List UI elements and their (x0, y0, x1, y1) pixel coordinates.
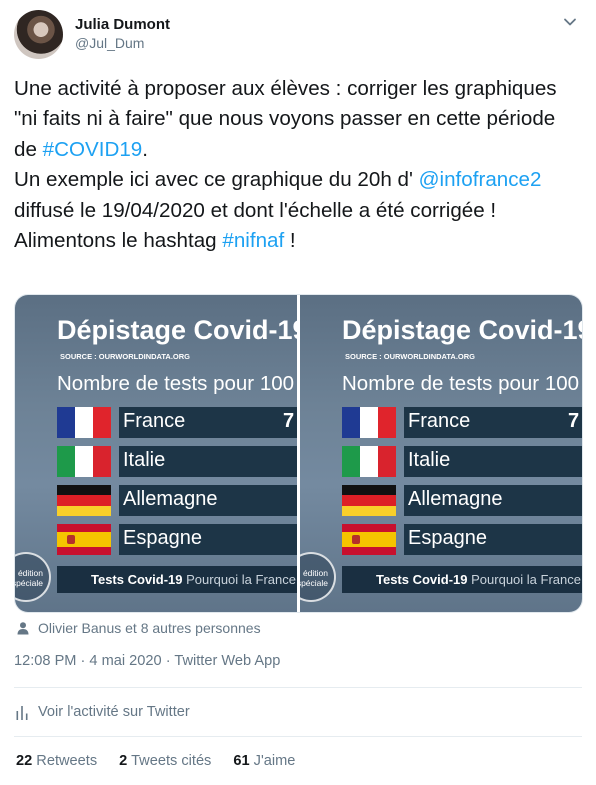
country-label: France (408, 410, 471, 432)
ticker-text: Tests Covid-19 Pourquoi la France a cho (91, 572, 297, 587)
hashtag-covid19-link[interactable]: #COVID19 (43, 138, 143, 161)
author-handle[interactable]: @Jul_Dum (75, 35, 144, 51)
likes-count: 61 (233, 753, 250, 769)
media-subtitle: Nombre de tests pour 100 (57, 372, 295, 395)
mention-infofrance2-link[interactable]: @infofrance2 (419, 168, 542, 191)
spain-flag (342, 524, 396, 555)
hashtag-nifnaf-link[interactable]: #nifnaf (222, 229, 284, 252)
quotes-label: Tweets cités (131, 753, 212, 769)
edition-speciale-badge: édition spéciale (15, 552, 51, 602)
media-ticker: Tests Covid-19 Pourquoi la France a cho (57, 566, 297, 593)
media-bar: France 7 (119, 407, 297, 438)
ticker-text: Tests Covid-19 Pourquoi la France a cho (376, 572, 582, 587)
media-subtitle: Nombre de tests pour 100 (342, 372, 580, 395)
media-bar: France 7 (404, 407, 582, 438)
tweet-header: Julia Dumont @Jul_Dum (14, 10, 582, 60)
france-flag (57, 407, 111, 438)
tweet-stats: 22 Retweets 2 Tweets cités 61 J'aime (16, 753, 317, 769)
media-row: Allemagne (342, 485, 582, 516)
country-label: Espagne (123, 527, 202, 549)
media-row: Allemagne (57, 485, 297, 516)
france-flag (342, 407, 396, 438)
media-image-right[interactable]: Dépistage Covid-19 SOURCE : OURWORLDINDAT… (300, 295, 582, 612)
country-label: Italie (408, 449, 451, 471)
media-row: Italie (57, 446, 297, 477)
media-title: Dépistage Covid-19 (57, 315, 297, 345)
divider (14, 687, 582, 688)
analytics-icon (16, 706, 28, 720)
media-bar: Allemagne (404, 485, 582, 516)
chevron-down-icon (564, 18, 576, 26)
likes-label: J'aime (253, 753, 296, 769)
edition-speciale-badge: édition spéciale (300, 552, 336, 602)
retweets-label: Retweets (36, 753, 98, 769)
tweet-meta[interactable]: 12:08 PM · 4 mai 2020 · Twitter Web App (14, 653, 280, 669)
media-bar: Italie (119, 446, 297, 477)
author-name[interactable]: Julia Dumont (75, 16, 170, 33)
media-source: SOURCE : OURWORLDINDATA.ORG (345, 352, 475, 361)
media-row: France 7 (342, 407, 582, 438)
tweet-text-part: ! (284, 229, 296, 253)
spain-flag (57, 524, 111, 555)
country-label: Allemagne (408, 488, 503, 510)
media-title: Dépistage Covid-19 (342, 315, 582, 345)
ticker-rest: Pourquoi la France a cho (471, 572, 582, 587)
quotes-count: 2 (119, 753, 128, 769)
media-row: Italie (342, 446, 582, 477)
media-source: SOURCE : OURWORLDINDATA.ORG (60, 352, 190, 361)
media-image-left[interactable]: Dépistage Covid-19 SOURCE : OURWORLDINDAT… (15, 295, 297, 612)
likes-stat[interactable]: 61 J'aime (233, 753, 295, 769)
ticker-rest: Pourquoi la France a cho (186, 572, 297, 587)
media-gallery[interactable]: Dépistage Covid-19 SOURCE : OURWORLDINDAT… (14, 294, 583, 613)
media-row: Espagne2 (342, 524, 582, 555)
ticker-bold: Tests Covid-19 (91, 572, 183, 587)
country-label: Allemagne (123, 488, 218, 510)
media-ticker: Tests Covid-19 Pourquoi la France a cho (342, 566, 582, 593)
retweets-stat[interactable]: 22 Retweets (16, 753, 97, 769)
retweets-count: 22 (16, 753, 33, 769)
media-row: France 7 (57, 407, 297, 438)
avatar[interactable] (14, 10, 63, 59)
media-row: Espagne2 (57, 524, 297, 555)
italy-flag (342, 446, 396, 477)
media-bar: Espagne2 (119, 524, 297, 555)
country-value: 7 (568, 410, 580, 432)
more-options-button[interactable] (562, 14, 578, 30)
country-label: Espagne (408, 527, 487, 549)
quotes-stat[interactable]: 2 Tweets cités (119, 753, 211, 769)
divider (14, 736, 582, 737)
view-activity-text: Voir l'activité sur Twitter (38, 704, 190, 720)
liked-by-text: Olivier Banus et 8 autres personnes (38, 620, 261, 636)
media-bar: Allemagne (119, 485, 297, 516)
user-icon (17, 622, 29, 635)
media-bar: Italie (404, 446, 582, 477)
italy-flag (57, 446, 111, 477)
ticker-bold: Tests Covid-19 (376, 572, 468, 587)
germany-flag (57, 485, 111, 516)
germany-flag (342, 485, 396, 516)
country-value: 7 (283, 410, 295, 432)
country-label: Italie (123, 449, 166, 471)
country-label: France (123, 410, 186, 432)
tweet-text: Une activité à proposer aux élèves : cor… (14, 74, 582, 256)
media-bar: Espagne2 (404, 524, 582, 555)
